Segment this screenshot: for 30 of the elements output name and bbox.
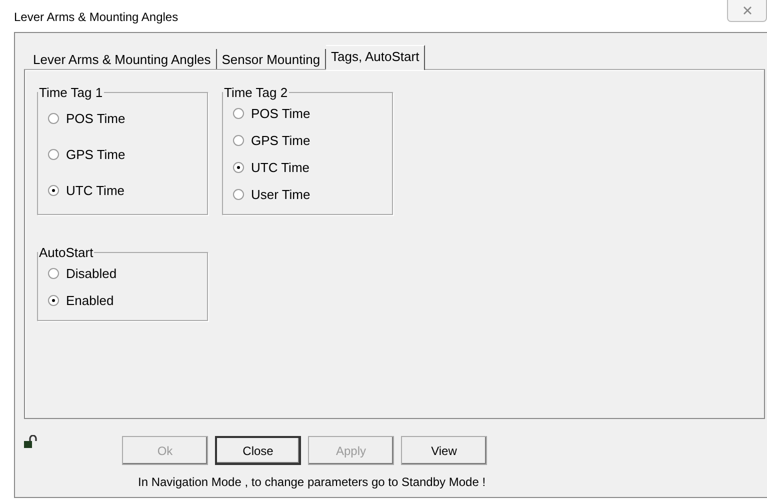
radio-button[interactable] (48, 148, 59, 160)
radio-label[interactable]: POS Time (66, 110, 126, 126)
padlock-icon (24, 435, 38, 449)
radio-label[interactable]: Enabled (66, 293, 114, 308)
radio-button[interactable] (233, 135, 244, 146)
radio-button[interactable] (48, 295, 59, 306)
radio-label[interactable]: UTC Time (251, 160, 310, 175)
radio-label[interactable]: POS Time (251, 106, 310, 121)
radio-label[interactable]: UTC Time (66, 182, 124, 198)
radio-label[interactable]: GPS Time (66, 146, 126, 162)
tab[interactable]: Lever Arms & Mounting Angles (28, 49, 217, 69)
dialog-button[interactable]: Close (215, 436, 301, 465)
radio-button[interactable] (48, 268, 59, 279)
group-title: Time Tag 1 (38, 85, 104, 100)
radio-button[interactable] (233, 108, 244, 119)
radio-button[interactable] (48, 184, 59, 196)
status-message: In Navigation Mode , to change parameters go to Standby Mode ! (138, 475, 487, 489)
radio-button[interactable] (233, 162, 244, 173)
close-icon (742, 6, 752, 15)
radio-button[interactable] (48, 112, 59, 124)
group-title: Time Tag 2 (223, 85, 289, 100)
radio-label[interactable]: GPS Time (251, 133, 310, 148)
window-title: Lever Arms & Mounting Angles (14, 10, 178, 24)
group-title: AutoStart (38, 245, 94, 260)
radio-label[interactable]: Disabled (66, 266, 117, 281)
radio-label[interactable]: User Time (251, 187, 310, 202)
close-button[interactable] (727, 0, 767, 22)
dialog-button[interactable]: View (401, 436, 487, 465)
tab[interactable]: Tags, AutoStart (326, 45, 426, 70)
radio-button[interactable] (233, 189, 244, 200)
